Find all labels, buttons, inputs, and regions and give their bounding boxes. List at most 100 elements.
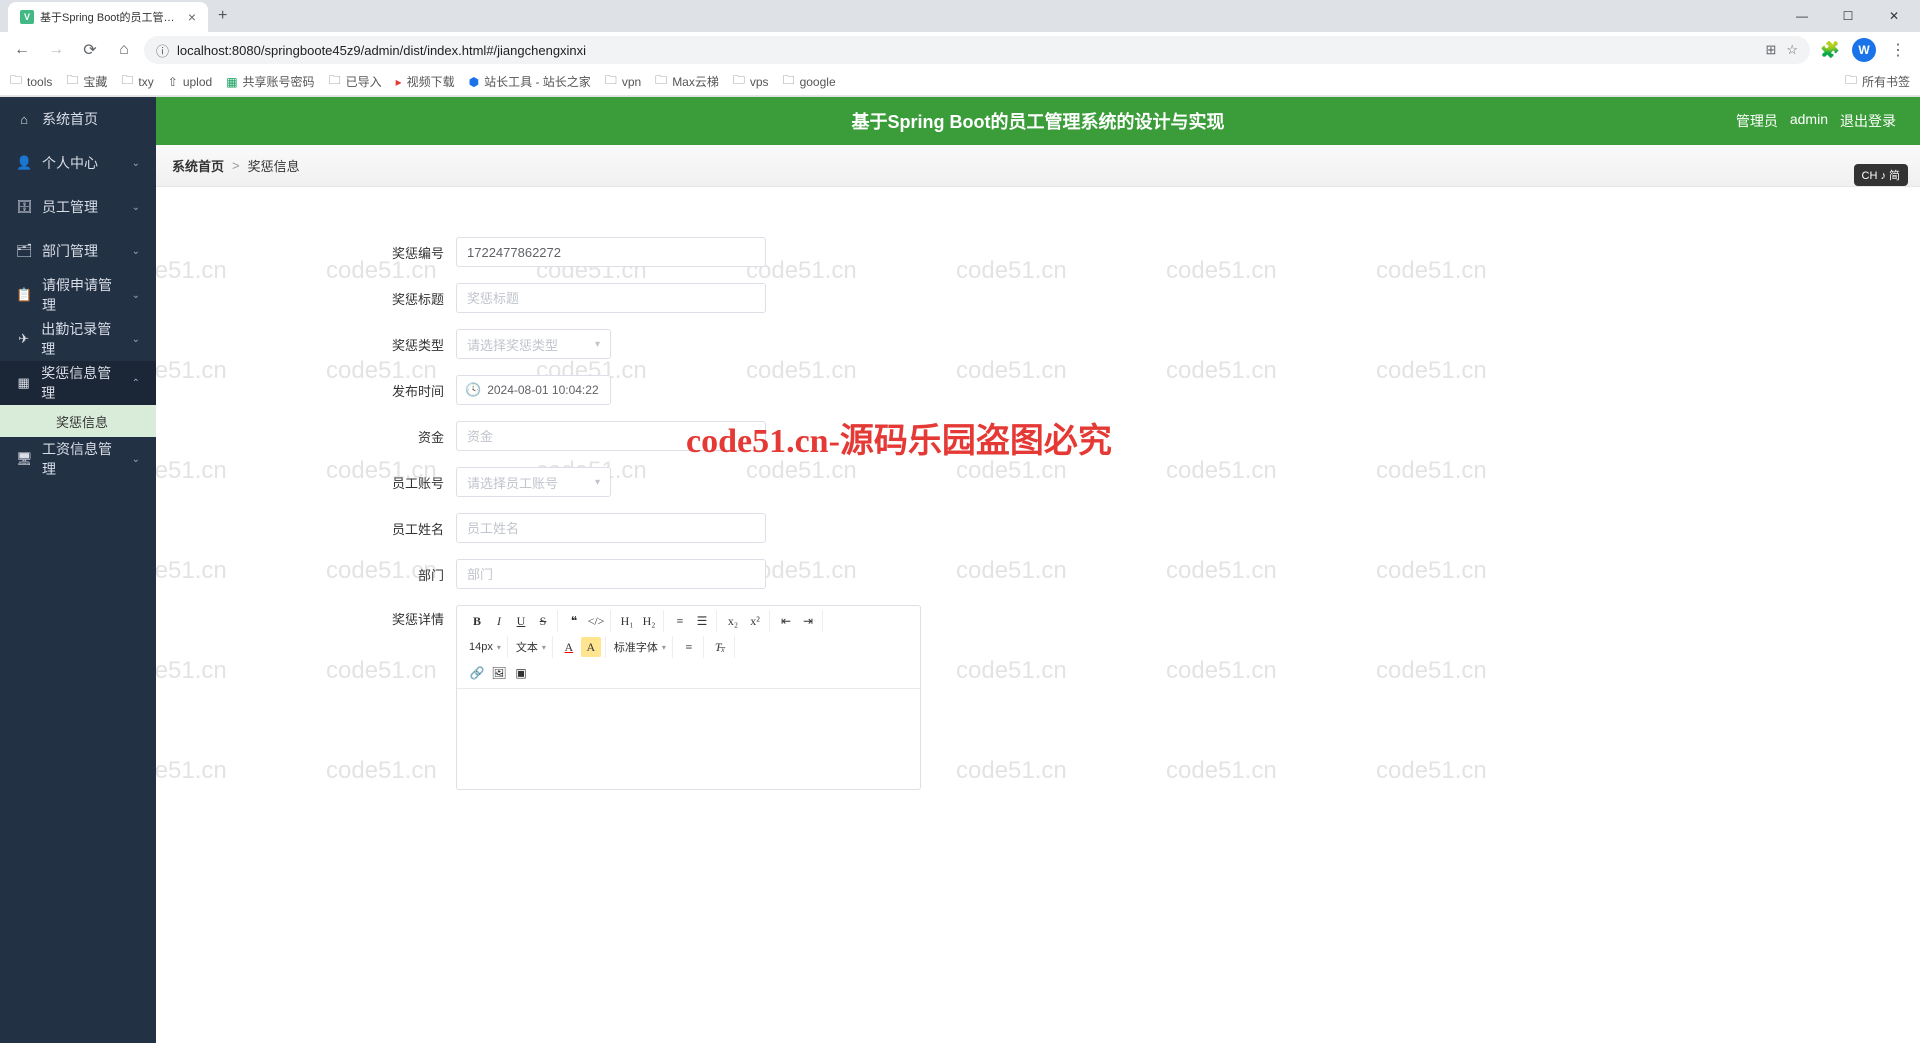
bookmark-item[interactable]: 🗀vpn [605,71,641,92]
profile-avatar[interactable]: W [1852,38,1876,62]
employee-icon: 🗄 [16,199,32,215]
breadcrumb-home[interactable]: 系统首页 [172,156,224,175]
underline-button[interactable]: U [511,611,531,631]
font-color-button[interactable]: A [559,637,579,657]
font-type-select[interactable]: 文本▾ [514,637,548,657]
forward-button[interactable]: → [42,36,70,64]
id-input[interactable] [456,237,766,267]
time-input[interactable]: 🕓 2024-08-01 10:04:22 [456,375,611,405]
chevron-up-icon: ⌃ [132,378,140,389]
sidebar-item-profile[interactable]: 👤个人中心⌄ [0,141,156,185]
ime-indicator[interactable]: CH ♪ 简 [1854,164,1909,186]
minimize-button[interactable]: — [1780,1,1824,31]
bookmark-item[interactable]: 🗀宝藏 [66,71,107,92]
detail-label: 奖惩详情 [346,605,456,628]
font-family-select[interactable]: 标准字体▾ [612,637,668,657]
bookmark-item[interactable]: 🗀vps [733,71,769,92]
font-size-select[interactable]: 14px▾ [467,637,503,657]
sidebar-item-department[interactable]: 🗂部门管理⌄ [0,229,156,273]
tab-close-icon[interactable]: × [188,9,196,25]
bookmark-item[interactable]: 🗀google [783,71,836,92]
bookmark-item[interactable]: 🗀txy [121,71,153,92]
breadcrumb-current: 奖惩信息 [248,156,300,175]
user-label[interactable]: admin [1790,111,1828,131]
url-text: localhost:8080/springboote45z9/admin/dis… [177,43,586,58]
money-input[interactable] [456,421,766,451]
tab-bar: V 基于Spring Boot的员工管理系 × + — ☐ ✕ [0,0,1920,32]
home-button[interactable]: ⌂ [110,36,138,64]
bookmark-item[interactable]: 🗀已导入 [329,71,382,92]
site-info-icon[interactable]: ⓘ [156,41,169,60]
logout-link[interactable]: 退出登录 [1840,111,1896,131]
h2-button[interactable]: H₂ [639,611,659,631]
bookmark-item[interactable]: 🗀tools [10,71,52,92]
sidebar-item-attendance[interactable]: ✈出勤记录管理⌄ [0,317,156,361]
sidebar-item-leave[interactable]: 📋请假申请管理⌄ [0,273,156,317]
browser-chrome: V 基于Spring Boot的员工管理系 × + — ☐ ✕ ← → ⟳ ⌂ … [0,0,1920,97]
type-select[interactable]: 请选择奖惩类型 ▾ [456,329,611,359]
editor-body[interactable] [457,689,920,789]
bookmark-item[interactable]: ▸视频下载 [396,73,455,90]
url-input[interactable]: ⓘ localhost:8080/springboote45z9/admin/d… [144,36,1810,64]
account-select[interactable]: 请选择员工账号 ▾ [456,467,611,497]
name-input[interactable] [456,513,766,543]
folder-icon: 🗀 [1845,71,1857,92]
image-button[interactable]: 🖼 [489,663,509,683]
back-button[interactable]: ← [8,36,36,64]
extensions-icon[interactable]: 🧩 [1816,36,1844,64]
leave-icon: 📋 [16,287,32,303]
new-tab-button[interactable]: + [208,7,237,25]
id-label: 奖惩编号 [346,243,456,262]
user-icon: 👤 [16,155,32,171]
browser-tab[interactable]: V 基于Spring Boot的员工管理系 × [8,2,208,32]
quote-button[interactable]: ❝ [564,611,584,631]
sidebar-item-home[interactable]: ⌂系统首页 [0,97,156,141]
sidebar-item-reward[interactable]: ▦奖惩信息管理⌃ [0,361,156,405]
strike-button[interactable]: S [533,611,553,631]
highlight-button[interactable]: A [581,637,601,657]
breadcrumb-sep: > [232,158,240,173]
all-bookmarks[interactable]: 🗀所有书签 [1845,71,1910,92]
sidebar-item-employee[interactable]: 🗄员工管理⌄ [0,185,156,229]
browser-menu-icon[interactable]: ⋮ [1884,40,1912,60]
bold-button[interactable]: B [467,611,487,631]
bookmark-star-icon[interactable]: ☆ [1786,42,1798,58]
sidebar-sub-reward-info[interactable]: 奖惩信息 [0,405,156,437]
chevron-down-icon: ⌄ [132,454,140,465]
bookmark-item[interactable]: ▦共享账号密码 [226,73,314,90]
bookmark-item[interactable]: ⬢站长工具 - 站长之家 [469,73,591,90]
salary-icon: 🖥 [16,451,32,467]
sup-button[interactable]: x² [745,611,765,631]
bookmark-item[interactable]: ⇧uplod [168,75,212,89]
video-icon: ▸ [396,75,402,89]
reload-button[interactable]: ⟳ [76,36,104,64]
align-button[interactable]: ≡ [679,637,699,657]
link-button[interactable]: 🔗 [467,663,487,683]
name-label: 员工姓名 [346,519,456,538]
outdent-button[interactable]: ⇥ [798,611,818,631]
bookmark-item[interactable]: 🗀Max云梯 [655,71,719,92]
maximize-button[interactable]: ☐ [1826,1,1870,31]
chevron-down-icon: ⌄ [132,158,140,169]
title-input[interactable] [456,283,766,313]
italic-button[interactable]: I [489,611,509,631]
folder-icon: 🗀 [329,71,341,92]
sub-button[interactable]: x₂ [723,611,743,631]
close-button[interactable]: ✕ [1872,1,1916,31]
top-banner: 基于Spring Boot的员工管理系统的设计与实现 管理员 admin 退出登… [156,97,1920,145]
install-icon[interactable]: ⊞ [1765,42,1776,58]
h1-button[interactable]: H₁ [617,611,637,631]
rich-editor: B I U S ❝ </> H₁ H₂ [456,605,921,790]
dept-input[interactable] [456,559,766,589]
sidebar-item-salary[interactable]: 🖥工资信息管理⌄ [0,437,156,481]
code-button[interactable]: </> [586,611,606,631]
money-label: 资金 [346,427,456,446]
type-label: 奖惩类型 [346,335,456,354]
folder-icon: 🗀 [121,71,133,92]
home-icon: ⌂ [16,112,32,127]
video-button[interactable]: ▣ [511,663,531,683]
clear-format-button[interactable]: T̶ₓ [710,637,730,657]
ul-button[interactable]: ☰ [692,611,712,631]
indent-button[interactable]: ⇤ [776,611,796,631]
ol-button[interactable]: ≡ [670,611,690,631]
